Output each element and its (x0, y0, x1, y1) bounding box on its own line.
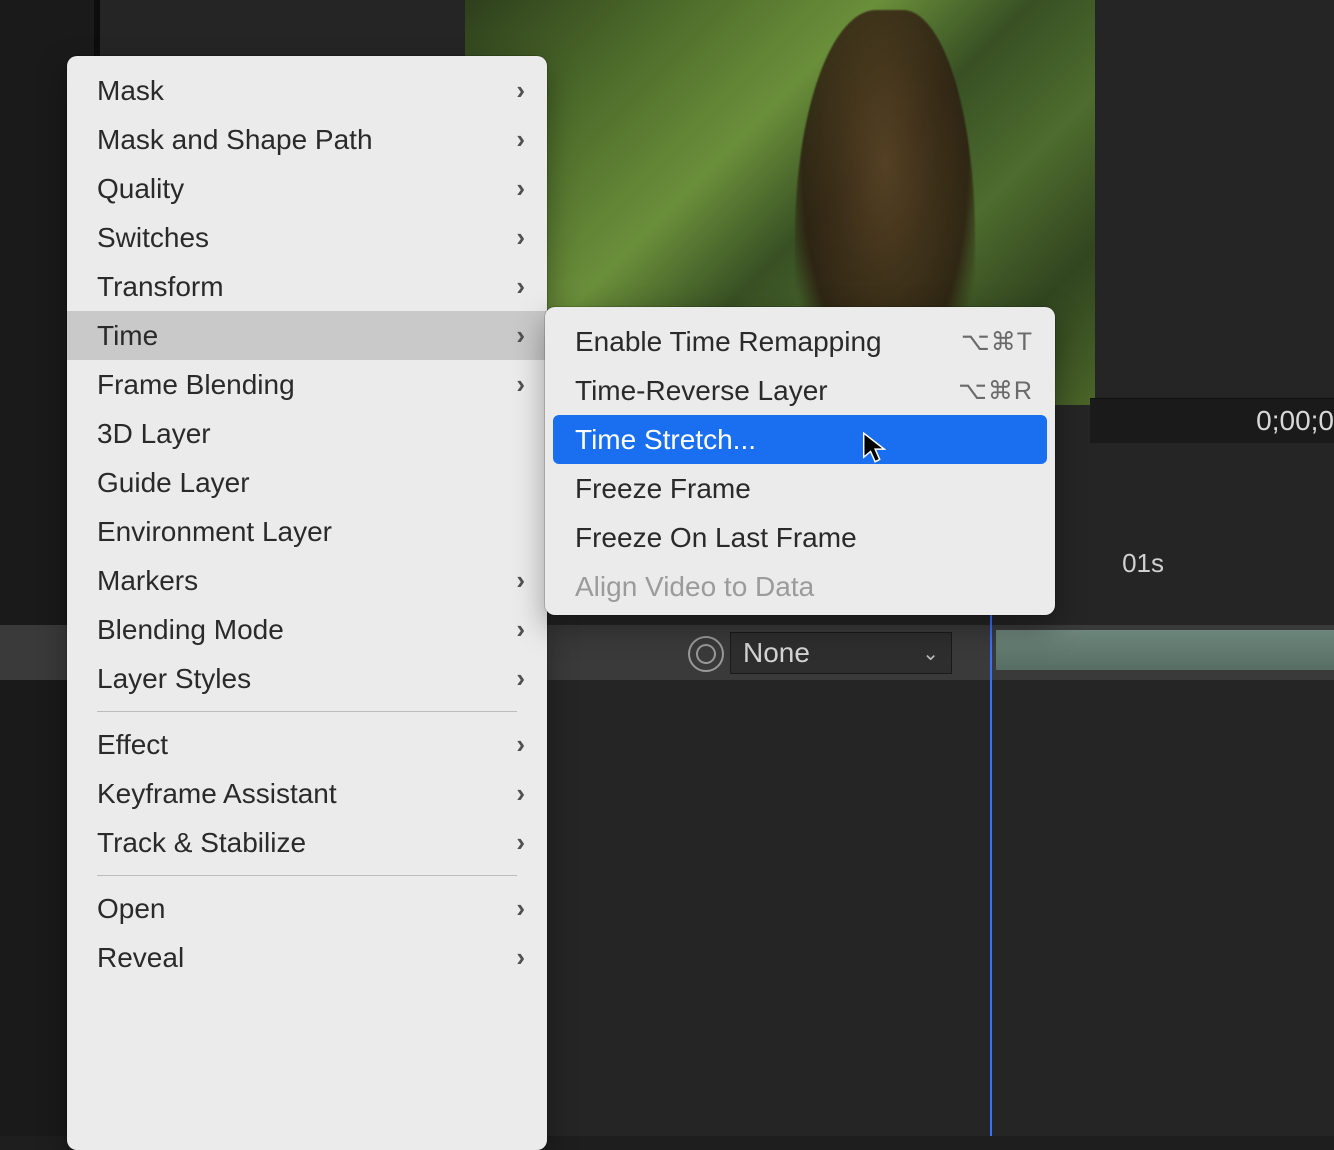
submenu-item[interactable]: Freeze On Last Frame (545, 513, 1055, 562)
chevron-right-icon: › (516, 222, 525, 253)
menu-item[interactable]: Time › (67, 311, 547, 360)
menu-item-label: Layer Styles (97, 663, 251, 695)
menu-item-label: Blending Mode (97, 614, 284, 646)
menu-item[interactable]: Track & Stabilize › (67, 818, 547, 867)
menu-separator (97, 875, 517, 876)
timecode-display[interactable]: 0;00;0 (1090, 398, 1334, 443)
timeline-clip[interactable] (996, 630, 1334, 670)
time-submenu: Enable Time Remapping ⌥⌘T Time-Reverse Lay… (545, 307, 1055, 615)
menu-item[interactable]: Quality › (67, 164, 547, 213)
menu-item-label: Effect (97, 729, 168, 761)
menu-item-label: Mask (97, 75, 164, 107)
chevron-right-icon: › (516, 173, 525, 204)
menu-item-label: Transform (97, 271, 224, 303)
menu-item[interactable]: Layer Styles › (67, 654, 547, 703)
submenu-item-label: Freeze On Last Frame (575, 522, 857, 554)
keyboard-shortcut: ⌥⌘R (958, 376, 1033, 406)
layer-context-menu: Mask›Mask and Shape Path›Quality›Switche… (67, 56, 547, 1150)
chevron-right-icon: › (516, 271, 525, 302)
menu-item-label: Open (97, 893, 166, 925)
menu-item-label: Reveal (97, 942, 184, 974)
keyboard-shortcut: ⌥⌘T (961, 327, 1033, 357)
menu-item[interactable]: Mask and Shape Path › (67, 115, 547, 164)
chevron-right-icon: › (516, 565, 525, 596)
chevron-right-icon: › (516, 778, 525, 809)
menu-item-label: Environment Layer (97, 516, 332, 548)
menu-item-label: Mask and Shape Path (97, 124, 373, 156)
chevron-right-icon: › (516, 320, 525, 351)
submenu-item[interactable]: Freeze Frame (545, 464, 1055, 513)
chevron-right-icon: › (516, 369, 525, 400)
menu-item-label: Switches (97, 222, 209, 254)
menu-item[interactable]: Blending Mode › (67, 605, 547, 654)
chevron-right-icon: › (516, 75, 525, 106)
chevron-right-icon: › (516, 614, 525, 645)
menu-item-label: Guide Layer (97, 467, 250, 499)
menu-item[interactable]: Frame Blending › (67, 360, 547, 409)
parent-dropdown-value: None (743, 637, 810, 669)
menu-item-label: 3D Layer (97, 418, 211, 450)
submenu-item-label: Time Stretch... (575, 424, 756, 456)
chevron-right-icon: › (516, 942, 525, 973)
menu-item[interactable]: Reveal › (67, 933, 547, 982)
submenu-item-label: Align Video to Data (575, 571, 814, 603)
submenu-item-label: Enable Time Remapping (575, 326, 882, 358)
menu-item[interactable]: Mask › (67, 66, 547, 115)
submenu-item-label: Freeze Frame (575, 473, 751, 505)
chevron-right-icon: › (516, 893, 525, 924)
pickwhip-icon[interactable] (688, 636, 724, 672)
menu-separator (97, 711, 517, 712)
submenu-item[interactable]: Time-Reverse Layer ⌥⌘R (545, 366, 1055, 415)
menu-item[interactable]: Transform › (67, 262, 547, 311)
menu-item-label: Markers (97, 565, 198, 597)
parent-dropdown[interactable]: None ⌄ (730, 632, 952, 674)
chevron-right-icon: › (516, 124, 525, 155)
submenu-item-label: Time-Reverse Layer (575, 375, 828, 407)
menu-item[interactable]: Environment Layer (67, 507, 547, 556)
menu-item-label: Time (97, 320, 158, 352)
menu-item[interactable]: Guide Layer (67, 458, 547, 507)
menu-item[interactable]: Markers › (67, 556, 547, 605)
timecode-value: 0;00;0 (1256, 405, 1334, 437)
submenu-item[interactable]: Enable Time Remapping ⌥⌘T (545, 317, 1055, 366)
submenu-item[interactable]: Time Stretch... (553, 415, 1047, 464)
menu-item[interactable]: Switches › (67, 213, 547, 262)
chevron-right-icon: › (516, 663, 525, 694)
chevron-right-icon: › (516, 827, 525, 858)
menu-item-label: Keyframe Assistant (97, 778, 337, 810)
playhead[interactable] (990, 540, 992, 1136)
chevron-down-icon: ⌄ (922, 641, 939, 666)
chevron-right-icon: › (516, 729, 525, 760)
menu-item[interactable]: Open › (67, 884, 547, 933)
menu-item[interactable]: Effect › (67, 720, 547, 769)
menu-item[interactable]: 3D Layer (67, 409, 547, 458)
timeline-ruler-mark: 01s (1122, 548, 1164, 579)
submenu-item: Align Video to Data (545, 562, 1055, 611)
menu-item[interactable]: Keyframe Assistant › (67, 769, 547, 818)
menu-item-label: Track & Stabilize (97, 827, 306, 859)
menu-item-label: Frame Blending (97, 369, 295, 401)
menu-item-label: Quality (97, 173, 184, 205)
